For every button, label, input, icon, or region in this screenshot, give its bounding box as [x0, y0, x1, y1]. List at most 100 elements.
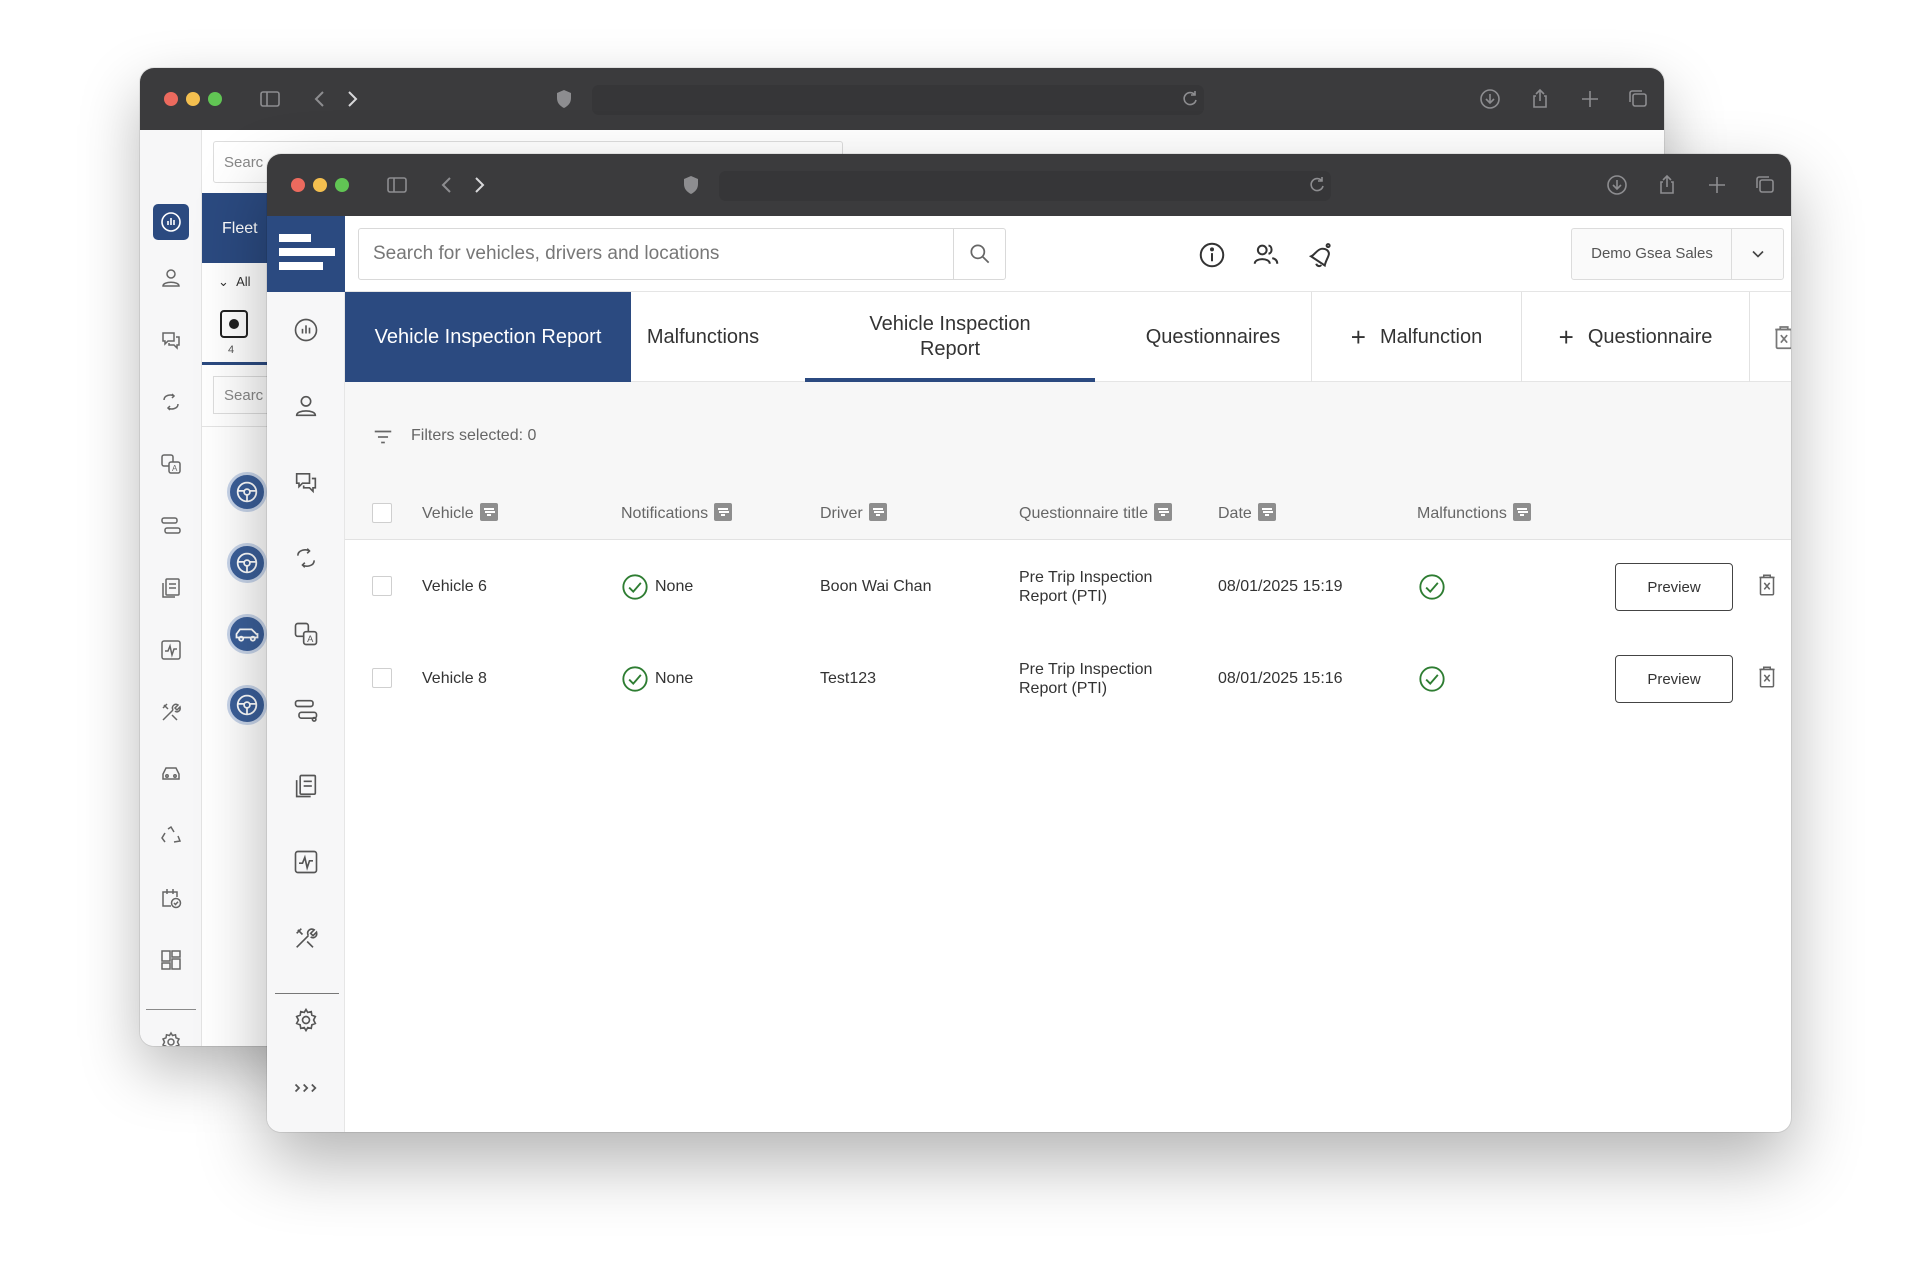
documents-icon[interactable]: [292, 772, 320, 800]
sort-filter-icon[interactable]: [1153, 503, 1172, 521]
account-switcher[interactable]: Demo Gsea Sales: [1571, 228, 1784, 280]
search-button[interactable]: [953, 229, 1005, 279]
vehicle-icon[interactable]: [159, 762, 183, 786]
person-icon[interactable]: [292, 392, 320, 420]
tools-icon[interactable]: [292, 924, 320, 952]
svg-text:A: A: [172, 464, 178, 473]
steering-wheel-icon[interactable]: [227, 472, 267, 512]
steering-wheel-icon[interactable]: [227, 543, 267, 583]
address-bar[interactable]: [592, 85, 1204, 115]
sort-filter-icon[interactable]: [479, 503, 498, 521]
close-window-button[interactable]: [291, 178, 305, 192]
record-tile-icon[interactable]: [220, 310, 248, 338]
sort-filter-icon[interactable]: [868, 503, 887, 521]
preview-button[interactable]: Preview: [1615, 655, 1733, 703]
cell-notifications: None: [655, 670, 694, 687]
search-input[interactable]: [359, 229, 954, 279]
sort-filter-icon[interactable]: [1512, 503, 1531, 521]
sort-filter-icon[interactable]: [714, 503, 733, 521]
column-header-notifications[interactable]: Notifications: [621, 488, 733, 540]
tab-malfunctions[interactable]: Malfunctions: [631, 292, 775, 382]
activity-icon[interactable]: [292, 848, 320, 876]
steering-wheel-icon[interactable]: [227, 685, 267, 725]
minimize-window-button[interactable]: [313, 178, 327, 192]
download-icon[interactable]: [1478, 87, 1502, 111]
delete-button[interactable]: [1749, 292, 1791, 382]
row-checkbox[interactable]: [372, 668, 392, 688]
delete-row-icon[interactable]: [1754, 663, 1780, 691]
chat-icon[interactable]: [159, 328, 183, 352]
route-icon[interactable]: [159, 390, 183, 414]
account-dropdown-button[interactable]: [1731, 229, 1783, 279]
tabs-overview-icon[interactable]: [1626, 87, 1650, 111]
filters-selected-label: Filters selected: 0: [411, 427, 537, 444]
tab-questionnaires[interactable]: Questionnaires: [1115, 292, 1311, 382]
tabs-overview-icon[interactable]: [1753, 173, 1777, 197]
users-icon[interactable]: [1251, 240, 1281, 270]
shield-icon[interactable]: [679, 173, 703, 197]
tools-icon[interactable]: [159, 700, 183, 724]
column-header-date[interactable]: Date: [1218, 488, 1276, 540]
table-row[interactable]: Vehicle 8 None Test123 Pre Trip Inspecti…: [345, 633, 1791, 725]
person-icon[interactable]: [159, 266, 183, 290]
calendar-check-icon[interactable]: [159, 886, 183, 910]
reload-icon[interactable]: [1178, 87, 1202, 111]
expand-sidebar-icon[interactable]: [292, 1074, 320, 1102]
transfer-icon[interactable]: [292, 696, 320, 724]
info-icon[interactable]: [1197, 240, 1227, 270]
chat-icon[interactable]: [292, 468, 320, 496]
app-logo[interactable]: [267, 216, 345, 292]
translate-icon[interactable]: A: [159, 452, 183, 476]
button-label: Malfunction: [1379, 325, 1483, 348]
sidebar-divider: [146, 1009, 196, 1010]
forward-arrow-icon[interactable]: [467, 173, 491, 197]
zoom-window-button[interactable]: [208, 92, 222, 106]
car-icon[interactable]: [227, 614, 267, 654]
close-window-button[interactable]: [164, 92, 178, 106]
new-tab-icon[interactable]: [1705, 173, 1729, 197]
add-questionnaire-button[interactable]: + Questionnaire: [1521, 292, 1749, 382]
settings-icon[interactable]: [292, 1006, 320, 1034]
notifications-bell-icon[interactable]: [1305, 240, 1335, 270]
shield-icon[interactable]: [552, 87, 576, 111]
activity-icon[interactable]: [159, 638, 183, 662]
share-icon[interactable]: [1528, 87, 1552, 111]
tab-vehicle-inspection-report-secondary[interactable]: Vehicle Inspection Report: [805, 292, 1095, 383]
column-header-driver[interactable]: Driver: [820, 488, 887, 540]
settings-icon[interactable]: [159, 1030, 183, 1046]
sidebar-toggle-icon[interactable]: [258, 87, 282, 111]
select-all-checkbox[interactable]: [372, 503, 392, 523]
delete-row-icon[interactable]: [1754, 571, 1780, 599]
column-header-vehicle[interactable]: Vehicle: [422, 488, 498, 540]
address-bar[interactable]: [719, 171, 1331, 201]
layout-icon[interactable]: [159, 948, 183, 972]
download-icon[interactable]: [1605, 173, 1629, 197]
row-checkbox[interactable]: [372, 576, 392, 596]
back-arrow-icon[interactable]: [435, 173, 459, 197]
share-icon[interactable]: [1655, 173, 1679, 197]
transfer-icon[interactable]: [159, 514, 183, 538]
new-tab-icon[interactable]: [1578, 87, 1602, 111]
dashboard-icon[interactable]: [153, 204, 189, 240]
sort-filter-icon[interactable]: [1257, 503, 1276, 521]
zoom-window-button[interactable]: [335, 178, 349, 192]
preview-button[interactable]: Preview: [1615, 563, 1733, 611]
filter-all[interactable]: ⌄ All: [218, 274, 251, 290]
tab-vehicle-inspection-report[interactable]: Vehicle Inspection Report: [345, 292, 631, 382]
dashboard-icon[interactable]: [292, 316, 320, 344]
route-icon[interactable]: [292, 544, 320, 572]
back-arrow-icon[interactable]: [308, 87, 332, 111]
filters-bar[interactable]: Filters selected: 0: [345, 382, 1791, 488]
recycle-icon[interactable]: [159, 824, 183, 848]
column-header-questionnaire-title[interactable]: Questionnaire title: [1019, 488, 1172, 540]
sidebar-toggle-icon[interactable]: [385, 173, 409, 197]
documents-icon[interactable]: [159, 576, 183, 600]
forward-arrow-icon[interactable]: [340, 87, 364, 111]
cell-notifications: None: [655, 578, 694, 595]
add-malfunction-button[interactable]: + Malfunction: [1311, 292, 1521, 382]
minimize-window-button[interactable]: [186, 92, 200, 106]
translate-icon[interactable]: A: [292, 620, 320, 648]
table-row[interactable]: Vehicle 6 None Boon Wai Chan Pre Trip In…: [345, 541, 1791, 633]
reload-icon[interactable]: [1305, 173, 1329, 197]
column-header-malfunctions[interactable]: Malfunctions: [1417, 488, 1531, 540]
